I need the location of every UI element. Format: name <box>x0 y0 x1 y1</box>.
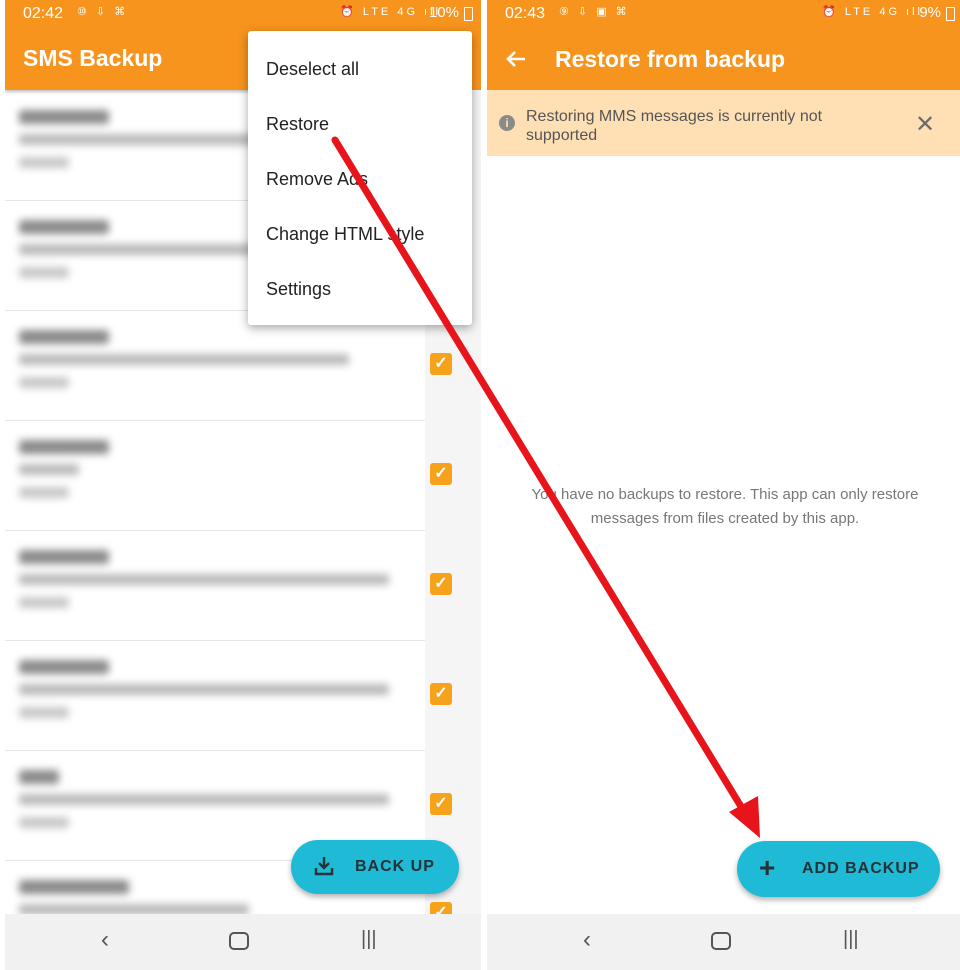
status-time: 02:43 <box>505 5 546 22</box>
menu-item-restore[interactable]: Restore <box>266 114 329 135</box>
status-left-icons: ⑩ ⇩ ⌘ <box>77 6 129 18</box>
right-screen: 02:43 ⑨ ⇩ ▣ ⌘ ⏰ LTE 4G ıll 9% Restore fr… <box>487 0 960 970</box>
system-nav-bar: ‹ ||| <box>487 914 960 970</box>
system-nav-bar: ‹ ||| <box>5 914 481 970</box>
blurred-conversation <box>19 660 409 732</box>
left-screen: 02:42 ⑩ ⇩ ⌘ ⏰ LTE 4G ıll 10% SMS Backup … <box>5 0 481 970</box>
checkbox-checked-icon[interactable]: ✓ <box>430 902 452 914</box>
battery-icon <box>946 7 955 21</box>
checkbox-checked-icon[interactable]: ✓ <box>430 353 452 375</box>
battery-level: 10% <box>428 4 459 21</box>
checkbox-checked-icon[interactable]: ✓ <box>430 683 452 705</box>
add-backup-button[interactable]: + ADD BACKUP <box>737 841 940 897</box>
list-item[interactable] <box>5 420 425 530</box>
nav-back-icon[interactable]: ‹ <box>101 926 109 954</box>
checkbox-checked-icon[interactable]: ✓ <box>430 573 452 595</box>
checkbox-checked-icon[interactable]: ✓ <box>430 793 452 815</box>
checkbox-checked-icon[interactable]: ✓ <box>430 463 452 485</box>
empty-state-message: You have no backups to restore. This app… <box>531 486 919 527</box>
list-item[interactable] <box>5 310 425 420</box>
blurred-conversation <box>19 550 409 622</box>
app-title: SMS Backup <box>23 45 163 71</box>
battery-level: 9% <box>919 4 941 21</box>
info-icon: i <box>499 115 515 131</box>
list-item[interactable] <box>5 530 425 640</box>
nav-home-icon[interactable] <box>711 932 731 950</box>
add-backup-label: ADD BACKUP <box>802 860 920 877</box>
nav-back-icon[interactable]: ‹ <box>583 926 591 954</box>
nav-recent-icon[interactable]: ||| <box>843 928 859 951</box>
app-bar: Restore from backup <box>487 28 960 90</box>
status-bar: 02:43 ⑨ ⇩ ▣ ⌘ ⏰ LTE 4G ıll 9% <box>487 0 960 28</box>
blurred-conversation <box>19 440 409 512</box>
mms-warning-banner: i Restoring MMS messages is currently no… <box>487 90 960 156</box>
menu-item-deselect-all[interactable]: Deselect all <box>266 59 359 80</box>
status-bar: 02:42 ⑩ ⇩ ⌘ ⏰ LTE 4G ıll 10% <box>5 0 481 28</box>
back-up-button[interactable]: BACK UP <box>291 840 459 894</box>
blurred-conversation <box>19 770 409 842</box>
close-icon[interactable]: ✕ <box>915 110 935 139</box>
list-item[interactable] <box>5 640 425 750</box>
nav-recent-icon[interactable]: ||| <box>361 928 377 951</box>
page-title: Restore from backup <box>555 46 786 72</box>
status-right-icons: ⏰ LTE 4G ıll <box>340 6 441 18</box>
back-up-label: BACK UP <box>355 858 435 875</box>
banner-message: Restoring MMS messages is currently not … <box>526 108 823 144</box>
nav-home-icon[interactable] <box>229 932 249 950</box>
menu-item-settings[interactable]: Settings <box>266 279 331 300</box>
status-right-icons: ⏰ LTE 4G ıll <box>822 6 923 18</box>
menu-item-change-html-style[interactable]: Change HTML style <box>266 224 424 245</box>
status-left-icons: ⑨ ⇩ ▣ ⌘ <box>559 6 630 18</box>
status-time: 02:42 <box>23 5 64 22</box>
blurred-conversation <box>19 330 409 402</box>
plus-icon: + <box>759 852 777 883</box>
menu-item-remove-ads[interactable]: Remove Ads <box>266 169 368 190</box>
battery-icon <box>464 7 473 21</box>
download-icon <box>314 857 334 876</box>
back-arrow-icon[interactable] <box>505 48 527 70</box>
overflow-menu: Deselect all Restore Remove Ads Change H… <box>248 31 472 325</box>
